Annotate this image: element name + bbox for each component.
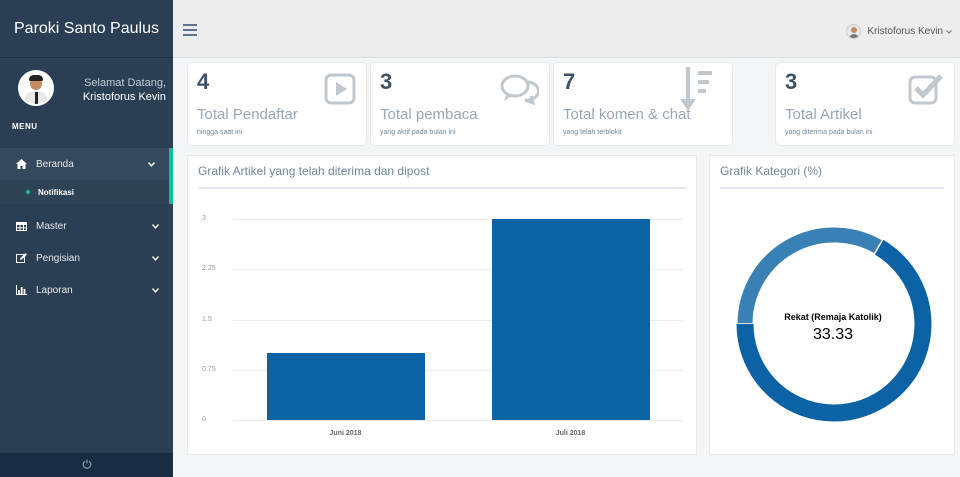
sidebar-item-label: Master: [36, 220, 67, 232]
stat-tile-komen: 7 Total komen & chat yang telah terbloki…: [553, 62, 733, 146]
stat-sub: hingga saat ini: [197, 129, 243, 136]
bar[interactable]: [491, 219, 650, 420]
sidebar-item-laporan[interactable]: Laporan: [0, 274, 173, 306]
y-tick-label: 1.5: [202, 315, 212, 323]
stat-tile-artikel: 3 Total Artikel yang diterima pada bulan…: [775, 62, 955, 146]
sort-amount-icon: [680, 67, 714, 118]
sidebar-subitem-label: Notifikasi: [38, 187, 75, 197]
stat-sub: yang telah terblokir: [563, 129, 623, 136]
comments-icon: [499, 73, 541, 110]
stat-count: 4: [197, 69, 210, 94]
donut-slice[interactable]: [737, 227, 883, 325]
user-menu[interactable]: Kristoforus Kevin: [846, 24, 952, 39]
sidebar-item-label: Pengisian: [36, 252, 80, 264]
chevron-down-icon: [147, 159, 156, 170]
stat-sub: yang aktif pada bulan ini: [380, 129, 456, 136]
bar-chart-plot: 0 0.75 1.5 2.25 3 Juni 2018 Juli 2018: [188, 156, 698, 456]
welcome-text: Selamat Datang, Kristoforus Kevin: [60, 76, 166, 104]
sidebar-subitem-notifikasi[interactable]: Notifikasi: [0, 180, 173, 204]
stat-sub: yang diterima pada bulan ini: [785, 129, 873, 136]
profile-panel: Selamat Datang, Kristoforus Kevin MENU: [0, 58, 173, 138]
stat-tile-pembaca: 3 Total pembaca yang aktif pada bulan in…: [370, 62, 550, 146]
check-square-icon: [908, 73, 944, 110]
user-menu-name: Kristoforus Kevin: [867, 26, 943, 37]
stat-count: 7: [563, 69, 576, 94]
bar-chart-icon: [14, 285, 28, 295]
menu-toggle-icon[interactable]: [183, 24, 197, 36]
x-tick-label: Juni 2018: [329, 430, 362, 437]
welcome-user-name: Kristoforus Kevin: [82, 91, 166, 103]
stat-label: Total Artikel: [785, 106, 862, 123]
bar-chart-panel: Grafik Artikel yang telah diterima dan d…: [187, 155, 697, 455]
stat-label: Total pembaca: [380, 106, 478, 123]
sidebar-item-pengisian[interactable]: Pengisian: [0, 242, 173, 274]
sidebar-nav: Beranda Notifikasi Master Pengisian Lapo…: [0, 148, 173, 306]
y-tick-label: 0.75: [202, 365, 216, 373]
stat-label: Total komen & chat: [563, 106, 691, 123]
sidebar: Paroki Santo Paulus Selamat Datang, Kris…: [0, 0, 173, 477]
stat-count: 3: [785, 69, 798, 94]
donut-center-value: 33.33: [812, 326, 854, 343]
gridline: [233, 420, 683, 421]
menu-section-label: MENU: [12, 122, 38, 131]
x-tick-label: Juli 2018: [555, 430, 586, 437]
y-tick-label: 2.25: [202, 265, 216, 273]
avatar: [846, 24, 862, 39]
table-icon: [14, 221, 28, 231]
sidebar-item-beranda[interactable]: Beranda: [0, 148, 173, 180]
power-icon: [82, 459, 92, 472]
sidebar-item-master[interactable]: Master: [0, 210, 173, 242]
bar[interactable]: [266, 353, 425, 420]
brand-title[interactable]: Paroki Santo Paulus: [0, 0, 173, 58]
chevron-down-icon: [151, 285, 160, 296]
bullet-icon: [26, 190, 30, 194]
topbar: Kristoforus Kevin: [173, 0, 960, 58]
chevron-down-icon: [151, 253, 160, 264]
chevron-down-icon: [946, 26, 952, 37]
welcome-greeting: Selamat Datang,: [84, 77, 166, 89]
y-tick-label: 0: [202, 416, 206, 423]
y-tick-label: 3: [202, 215, 206, 222]
stat-label: Total Pendaftar: [197, 106, 298, 123]
chevron-down-icon: [151, 221, 160, 232]
stat-count: 3: [380, 69, 393, 94]
donut-chart-panel: Grafik Kategori (%) Rekat (Remaja Katoli…: [709, 155, 955, 455]
stat-tile-pendaftar: 4 Total Pendaftar hingga saat ini: [187, 62, 367, 146]
play-icon: [324, 73, 356, 110]
donut-chart[interactable]: [710, 156, 956, 456]
edit-icon: [14, 253, 28, 263]
donut-center-label: Rekat (Remaja Katolik): [784, 312, 882, 322]
sidebar-item-label: Beranda: [36, 158, 74, 170]
home-icon: [14, 159, 28, 169]
avatar: [18, 70, 54, 106]
logout-button[interactable]: [0, 453, 173, 477]
sidebar-item-label: Laporan: [36, 284, 73, 296]
